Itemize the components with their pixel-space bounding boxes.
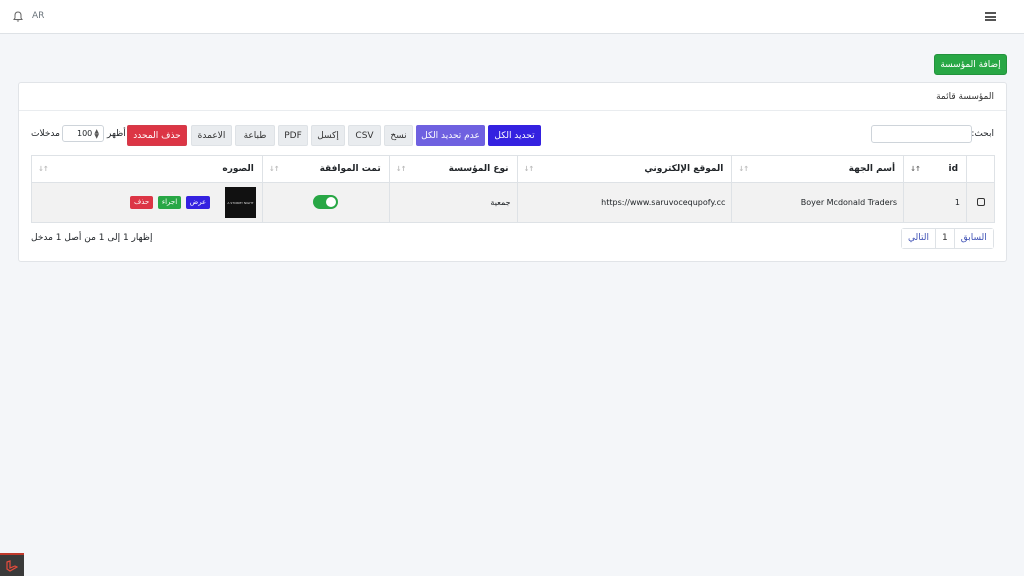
cell-name: Boyer Mcdonald Traders [731, 182, 905, 223]
sort-icon: ↑↓ [268, 165, 280, 173]
pagination: التالي 1 السابق [901, 228, 994, 249]
pagination-next[interactable]: التالي [902, 229, 935, 248]
select-all-button[interactable]: تحديد الكل [488, 125, 541, 146]
deselect-all-button[interactable]: عدم تحديد الكل [416, 125, 485, 146]
search-label: ابحث: [971, 129, 994, 139]
search-input[interactable] [871, 125, 972, 143]
table-header-row: id ↑↓ أسم الجهة ↑↓ الموقع الإلكتروني ↑↓ نوع… [31, 155, 995, 183]
page-length-select[interactable]: 100 ▲ ▼ [62, 125, 104, 142]
cell-type: جمعية [388, 182, 518, 223]
show-label: أظهر [107, 129, 126, 139]
top-navbar: AR [0, 0, 1024, 34]
select-arrows-icon: ▲ ▼ [94, 128, 99, 140]
institution-image: A STORMY NIGHT [224, 187, 256, 218]
debugbar-logo-icon[interactable] [0, 553, 24, 576]
column-header-website[interactable]: الموقع الإلكتروني ↑↓ [516, 155, 733, 183]
row-checkbox[interactable] [976, 197, 985, 206]
sort-icon: ↑↓ [38, 165, 49, 173]
column-header-approved[interactable]: تمت الموافقة ↑↓ [261, 155, 390, 183]
pagination-page-1[interactable]: 1 [934, 229, 954, 248]
sort-icon: ↑↓ [738, 165, 749, 173]
delete-button[interactable]: حذف [130, 196, 154, 209]
view-button[interactable]: عرض [185, 196, 211, 209]
sort-icon: ↑↓ [523, 165, 535, 173]
copy-button[interactable]: نسخ [384, 125, 413, 146]
institutions-card: المؤسسة قائمة مدخلات 100 ▲ ▼ أظهر حذف الم… [18, 82, 1007, 262]
procedure-button[interactable]: اجراء [157, 196, 182, 209]
column-header-image[interactable]: الصوره ↑↓ [31, 155, 263, 183]
print-button[interactable]: طباعة [235, 125, 275, 146]
select-column-header [966, 155, 995, 183]
delete-selected-button[interactable]: حذف المحدد [127, 125, 187, 146]
page-length-value: 100 [77, 129, 93, 138]
add-institution-button[interactable]: إضافة المؤسسة [934, 54, 1007, 75]
sort-icon: ↑↓ [910, 165, 921, 173]
card-header: المؤسسة قائمة [19, 83, 1006, 111]
table-row: 1 Boyer Mcdonald Traders https://www.sar… [31, 182, 995, 223]
columns-button[interactable]: الاعمدة [191, 125, 232, 146]
cell-id: 1 [903, 182, 968, 223]
excel-button[interactable]: إكسل [311, 125, 345, 146]
bell-icon[interactable] [13, 11, 23, 22]
entries-label: مدخلات [31, 129, 60, 139]
column-header-type[interactable]: نوع المؤسسة ↑↓ [388, 155, 518, 183]
cell-approved [261, 182, 390, 223]
csv-button[interactable]: CSV [348, 125, 381, 146]
row-select-cell [966, 182, 995, 223]
pdf-button[interactable]: PDF [278, 125, 308, 146]
column-header-name[interactable]: أسم الجهة ↑↓ [731, 155, 905, 183]
language-switch[interactable]: AR [32, 11, 44, 21]
cell-website: https://www.saruvocequpofy.cc [516, 182, 733, 223]
pagination-previous[interactable]: السابق [953, 229, 993, 248]
card-title: المؤسسة قائمة [936, 92, 994, 102]
cell-image: A STORMY NIGHT عرض اجراء حذف [31, 182, 263, 223]
hamburger-menu-icon[interactable] [985, 12, 996, 21]
table-info: إظهار 1 إلى 1 من أصل 1 مدخل [31, 233, 153, 243]
image-caption: A STORMY NIGHT [227, 200, 254, 205]
approved-toggle[interactable] [313, 194, 339, 209]
institutions-table: id ↑↓ أسم الجهة ↑↓ الموقع الإلكتروني ↑↓ نوع… [31, 155, 995, 223]
column-header-id[interactable]: id ↑↓ [903, 155, 968, 183]
sort-icon: ↑↓ [395, 165, 407, 173]
